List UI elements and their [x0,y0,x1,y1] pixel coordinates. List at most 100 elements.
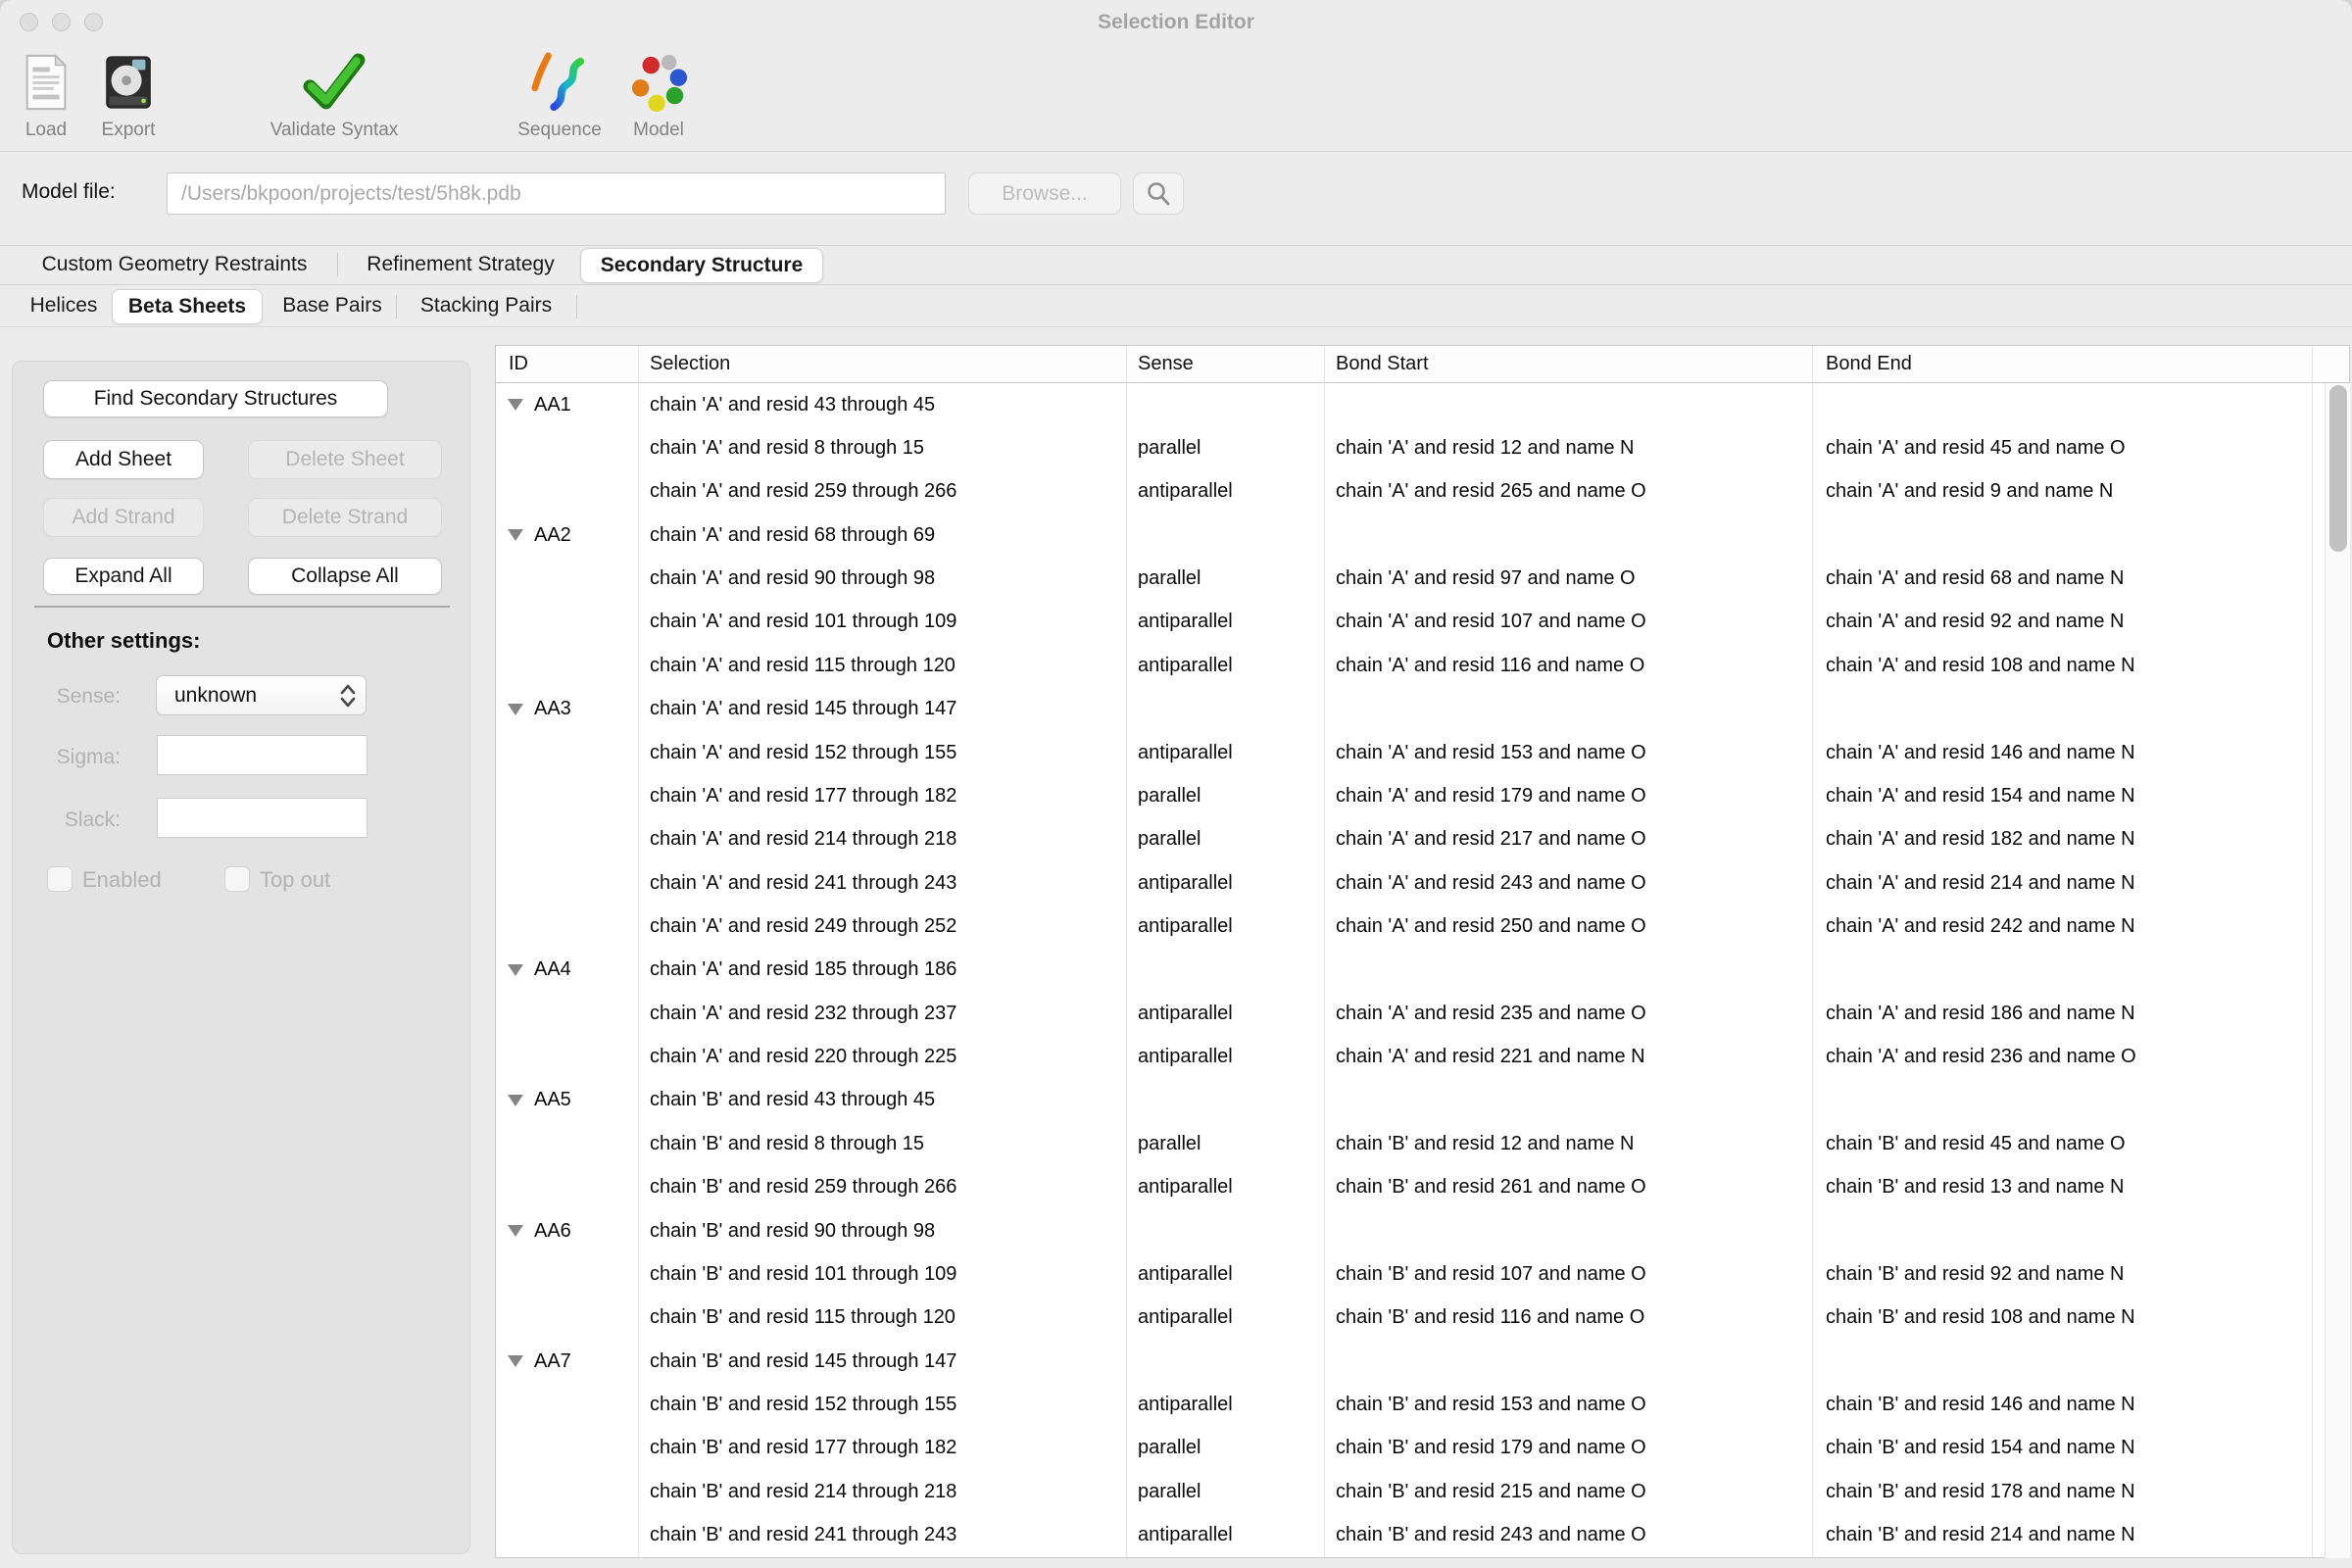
table-row[interactable]: chain 'A' and resid 90 through 98 parall… [496,557,2349,600]
table-row[interactable]: AA7 chain 'B' and resid 145 through 147 [496,1340,2349,1383]
row-bond-start: chain 'A' and resid 235 and name O [1324,1003,1812,1025]
column-header-bond-start[interactable]: Bond Start [1324,353,1812,375]
tab-secondary-structure[interactable]: Secondary Structure [580,248,823,283]
disclosure-triangle-icon[interactable] [508,1225,523,1237]
search-button[interactable] [1133,172,1184,215]
beta-sheets-table: ID Selection Sense Bond Start Bond End A… [495,345,2350,1558]
table-row[interactable]: chain 'B' and resid 241 through 243 anti… [496,1513,2349,1556]
row-bond-end: chain 'A' and resid 9 and name N [1812,480,2312,503]
disclosure-triangle-icon[interactable] [508,1355,523,1367]
row-id: AA6 [534,1220,571,1243]
chevron-up-down-icon [338,683,358,709]
row-id: AA1 [534,394,571,416]
enabled-checkbox[interactable] [47,866,73,892]
table-row[interactable]: chain 'B' and resid 115 through 120 anti… [496,1297,2349,1340]
row-bond-end: chain 'A' and resid 154 and name N [1812,785,2312,808]
tab-refinement-strategy[interactable]: Refinement Strategy [359,245,563,284]
panel-divider [34,606,450,608]
disclosure-triangle-icon[interactable] [508,964,523,976]
collapse-all-button[interactable]: Collapse All [248,558,442,595]
table-row[interactable]: AA6 chain 'B' and resid 90 through 98 [496,1209,2349,1252]
row-bond-start: chain 'A' and resid 265 and name O [1324,480,1812,503]
document-icon [16,49,76,116]
disclosure-triangle-icon[interactable] [508,399,523,411]
table-row[interactable]: chain 'B' and resid 259 through 266 anti… [496,1165,2349,1208]
row-bond-start: chain 'A' and resid 250 and name O [1324,915,1812,938]
row-bond-end: chain 'B' and resid 178 and name N [1812,1481,2312,1503]
top-out-checkbox[interactable] [224,866,250,892]
table-row[interactable]: chain 'A' and resid 152 through 155 anti… [496,731,2349,774]
row-bond-start: chain 'A' and resid 153 and name O [1324,742,1812,764]
row-sense: parallel [1126,437,1324,460]
vertical-scrollbar[interactable] [2325,383,2350,1558]
sense-dropdown[interactable]: unknown [156,675,367,715]
main-tabbar: Custom Geometry Restraints Refinement St… [0,245,2352,284]
row-bond-end: chain 'A' and resid 146 and name N [1812,742,2312,764]
table-row[interactable]: AA4 chain 'A' and resid 185 through 186 [496,949,2349,992]
table-row[interactable]: chain 'A' and resid 101 through 109 anti… [496,601,2349,644]
table-row[interactable]: AA2 chain 'A' and resid 68 through 69 [496,514,2349,557]
column-divider [1324,346,1325,1557]
expand-all-button[interactable]: Expand All [43,558,204,595]
tab-beta-sheets[interactable]: Beta Sheets [112,289,263,324]
table-row[interactable]: chain 'A' and resid 220 through 225 anti… [496,1035,2349,1078]
table-row[interactable]: chain 'A' and resid 214 through 218 para… [496,818,2349,861]
browse-button[interactable]: Browse... [968,172,1121,215]
row-sense: antiparallel [1126,655,1324,677]
row-bond-end: chain 'B' and resid 45 and name O [1812,1133,2312,1155]
tab-custom-geometry-restraints[interactable]: Custom Geometry Restraints [25,245,323,284]
row-sense: antiparallel [1126,915,1324,938]
sigma-field[interactable] [157,735,368,775]
column-header-bond-end[interactable]: Bond End [1812,353,2312,375]
disclosure-triangle-icon[interactable] [508,704,523,715]
selection-editor-window: Selection Editor Load [0,0,2352,1568]
row-bond-start: chain 'B' and resid 116 and name O [1324,1306,1812,1329]
hard-drive-icon [98,49,159,116]
find-secondary-structures-button[interactable]: Find Secondary Structures [43,380,388,417]
sequence-button[interactable]: Sequence [491,49,628,141]
table-row[interactable]: chain 'B' and resid 8 through 15 paralle… [496,1122,2349,1165]
table-row[interactable]: chain 'A' and resid 232 through 237 anti… [496,992,2349,1035]
table-row[interactable]: chain 'A' and resid 115 through 120 anti… [496,644,2349,687]
load-button[interactable]: Load [14,49,78,141]
table-row[interactable]: chain 'A' and resid 241 through 243 anti… [496,861,2349,905]
model-button[interactable]: Model [613,49,704,141]
column-divider [1126,346,1127,1557]
export-button[interactable]: Export [94,49,163,141]
table-row[interactable]: chain 'A' and resid 8 through 15 paralle… [496,426,2349,469]
column-header-sense[interactable]: Sense [1126,353,1324,375]
row-sense: parallel [1126,828,1324,851]
table-row[interactable]: AA5 chain 'B' and resid 43 through 45 [496,1079,2349,1122]
column-header-id[interactable]: ID [496,353,638,375]
scrollbar-thumb[interactable] [2329,385,2347,552]
model-file-input[interactable] [167,172,946,215]
table-row[interactable]: AA3 chain 'A' and resid 145 through 147 [496,688,2349,731]
sub-tabbar: Helices Beta Sheets Base Pairs Stacking … [0,286,2352,327]
tab-stacking-pairs[interactable]: Stacking Pairs [410,286,563,325]
column-header-selection[interactable]: Selection [638,353,1126,375]
disclosure-triangle-icon[interactable] [508,529,523,541]
row-selection: chain 'A' and resid 68 through 69 [638,524,1126,547]
table-row[interactable]: chain 'B' and resid 177 through 182 para… [496,1427,2349,1470]
row-selection: chain 'A' and resid 8 through 15 [638,437,1126,460]
table-row[interactable]: chain 'B' and resid 214 through 218 para… [496,1470,2349,1513]
row-selection: chain 'A' and resid 177 through 182 [638,785,1126,808]
add-sheet-button[interactable]: Add Sheet [43,440,204,479]
row-bond-end: chain 'B' and resid 214 and name N [1812,1524,2312,1546]
table-row[interactable]: chain 'B' and resid 101 through 109 anti… [496,1252,2349,1296]
table-row[interactable]: chain 'A' and resid 177 through 182 para… [496,774,2349,817]
table-row[interactable]: chain 'A' and resid 259 through 266 anti… [496,470,2349,514]
table-row[interactable]: chain 'B' and resid 152 through 155 anti… [496,1383,2349,1426]
validate-syntax-button[interactable]: Validate Syntax [240,49,428,141]
slack-field[interactable] [157,798,368,838]
row-id: AA4 [534,958,571,981]
table-row[interactable]: AA1 chain 'A' and resid 43 through 45 [496,383,2349,426]
sigma-label: Sigma: [13,746,121,769]
model-file-row: Model file: Browse... [0,165,2352,233]
row-selection: chain 'A' and resid 115 through 120 [638,655,1126,677]
tab-base-pairs[interactable]: Base Pairs [282,286,382,325]
table-row[interactable]: chain 'A' and resid 249 through 252 anti… [496,905,2349,948]
disclosure-triangle-icon[interactable] [508,1095,523,1106]
row-selection: chain 'A' and resid 259 through 266 [638,480,1126,503]
tab-helices[interactable]: Helices [25,286,102,325]
